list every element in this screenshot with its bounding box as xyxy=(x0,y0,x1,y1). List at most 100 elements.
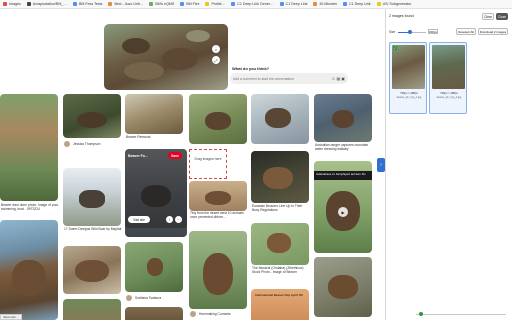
thumbnail-image xyxy=(392,45,425,89)
more-options-icon[interactable]: ⋯ xyxy=(175,216,182,223)
pin-card[interactable] xyxy=(251,94,309,144)
bookmark-item[interactable]: Acrapustation/RM_… xyxy=(26,2,67,6)
pin-card[interactable] xyxy=(63,168,121,226)
emoji-icon[interactable]: ☺ xyxy=(331,76,335,81)
site-icon xyxy=(342,2,347,6)
panel-scroll-thumb[interactable] xyxy=(419,312,423,316)
image-downloader-panel: 2 images found Clear Close Size 300px De… xyxy=(385,9,512,320)
site-icon xyxy=(26,2,31,6)
image-upload-icon[interactable]: ▣ xyxy=(341,76,345,81)
bookmark-item[interactable]: Profile… xyxy=(205,2,225,6)
pin-card[interactable] xyxy=(189,181,247,211)
bookmark-label: C1 Deep Link xyxy=(285,2,308,6)
pin-card[interactable]: Indianahaus zu Kampfsport auf dem Flo ▶ xyxy=(314,161,372,253)
visual-search-icon[interactable]: ⌕ xyxy=(212,45,220,53)
bookmark-item[interactable]: BM's eQMS xyxy=(149,2,174,6)
news-banner: Indianahaus zu Kampfsport auf dem Flo xyxy=(314,171,372,180)
bookmark-item[interactable]: C1 Deep Link Gener… xyxy=(231,2,274,6)
pin-card[interactable] xyxy=(314,257,372,317)
pin-caption: The Muskrat (Ondatra) (Zibethicus) Stock… xyxy=(252,266,304,274)
bookmark-label: BM's eQMS xyxy=(155,2,175,6)
poster-text: International Beaver Day April 7th xyxy=(255,293,304,297)
folder-icon xyxy=(3,2,7,6)
clear-button[interactable]: Clear xyxy=(482,13,494,20)
size-slider-thumb[interactable] xyxy=(407,30,412,34)
play-icon[interactable]: ▶ xyxy=(338,207,348,217)
hero-pin-image[interactable] xyxy=(104,24,228,90)
deselect-all-button[interactable]: Deselect All xyxy=(456,28,476,35)
pin-card[interactable] xyxy=(63,246,121,294)
drag-drop-zone[interactable]: Drag images here xyxy=(189,149,227,179)
pin-card[interactable] xyxy=(251,151,309,203)
panel-scrollbar[interactable] xyxy=(416,314,506,315)
comment-prompt: What do you think? xyxy=(232,66,270,71)
image-dimensions: 736px × 488px xyxy=(440,92,458,95)
download-images-button[interactable]: Download 2 images xyxy=(478,28,508,35)
bookmark-label: C1 Deep Link Gener… xyxy=(237,2,274,6)
bookmark-item[interactable]: C1 Deep Unit xyxy=(342,2,371,6)
image-thumbnail[interactable]: 736px × 488px beaver_pin_img_2.jpg xyxy=(429,42,467,114)
bookmark-label: BM Flex xyxy=(186,2,200,6)
pin-username[interactable]: Hummaking Cornsets xyxy=(199,312,231,316)
pin-card[interactable] xyxy=(0,220,58,320)
bookmark-item[interactable]: BM Flex xyxy=(180,2,199,6)
bookmark-label: US/ Subgenerator xyxy=(382,2,412,6)
bookmark-item[interactable]: 30 Minutes xyxy=(313,2,337,6)
close-button[interactable]: Close xyxy=(496,13,508,20)
image-dimensions: 736px × 488px xyxy=(400,92,418,95)
pin-card[interactable] xyxy=(125,242,183,292)
pin-card[interactable] xyxy=(125,307,183,320)
site-icon xyxy=(279,2,284,6)
bookmark-item[interactable]: C1 Deep Link xyxy=(279,2,308,6)
bookmark-item[interactable]: US/ Subgenerator xyxy=(376,2,412,6)
status-url: https://pin… xyxy=(0,314,23,320)
thumbnail-image xyxy=(432,45,465,89)
pin-card[interactable] xyxy=(63,299,121,320)
site-icon xyxy=(149,2,154,6)
panel-toggle-arrow[interactable]: › xyxy=(377,158,385,172)
bookmark-item[interactable]: BM Fess Tests xyxy=(72,2,103,6)
pinterest-page: ⌕ ⤢ What do you think? ☺ ▦ ▣ Beaver dam … xyxy=(0,9,385,320)
site-icon xyxy=(205,2,210,6)
share-icon[interactable]: ↑ xyxy=(166,216,173,223)
avatar[interactable] xyxy=(126,295,132,301)
bookmark-label: Profile… xyxy=(211,2,226,6)
site-icon xyxy=(180,2,185,6)
pin-card[interactable] xyxy=(189,94,247,144)
pin-caption: Australian ranger captures mountain wate… xyxy=(315,143,369,151)
pin-card[interactable] xyxy=(0,94,58,201)
pin-card[interactable]: International Beaver Day April 7th xyxy=(251,289,309,320)
pin-caption: Beaver dam done photo. Image of pool, sw… xyxy=(1,203,59,211)
site-icon xyxy=(72,2,77,6)
bookmark-item[interactable]: Bexi - Juso Unit… xyxy=(108,2,143,6)
avatar[interactable] xyxy=(64,141,70,147)
bookmark-label: BM Fess Tests xyxy=(78,2,103,6)
save-button[interactable]: Save xyxy=(168,152,182,159)
pin-card[interactable] xyxy=(125,94,183,134)
browser-window: Images Acrapustation/RM_… BM Fess Tests Bex… xyxy=(0,0,512,320)
avatar[interactable] xyxy=(190,311,196,317)
sticker-icon[interactable]: ▦ xyxy=(336,76,340,81)
pin-caption: Tiny from the desert west 10 animals onc… xyxy=(190,211,244,219)
size-value[interactable]: 300px xyxy=(428,29,438,34)
board-select[interactable]: Beaver Fo… xyxy=(128,154,148,158)
pin-card[interactable] xyxy=(251,223,309,265)
bookmark-label: Images xyxy=(9,2,21,6)
expand-icon[interactable]: ⤢ xyxy=(212,56,220,64)
folder-icon xyxy=(376,2,381,6)
pin-username[interactable]: Jessica Thompson xyxy=(73,142,100,146)
pin-card[interactable] xyxy=(189,231,247,309)
bookmark-item[interactable]: Images xyxy=(3,2,21,6)
images-found-count: 2 images found xyxy=(389,14,414,18)
checkbox-checked-icon[interactable]: ✓ xyxy=(393,46,397,50)
bookmark-label: Acrapustation/RM_… xyxy=(32,2,67,6)
visit-site-button[interactable]: Visit site xyxy=(128,216,150,223)
bookmarks-bar: Images Acrapustation/RM_… BM Fess Tests Bex… xyxy=(0,0,512,9)
comment-input[interactable] xyxy=(233,76,331,81)
pin-card[interactable] xyxy=(314,94,372,142)
pin-card[interactable] xyxy=(63,94,121,138)
comment-box[interactable]: ☺ ▦ ▣ xyxy=(230,73,348,84)
image-thumbnail[interactable]: ✓ 736px × 488px beaver_pin_img_1.jpg xyxy=(389,42,427,114)
bookmark-label: C1 Deep Unit xyxy=(348,2,371,6)
pin-username[interactable]: Svetlana Tsatsura xyxy=(135,296,161,300)
